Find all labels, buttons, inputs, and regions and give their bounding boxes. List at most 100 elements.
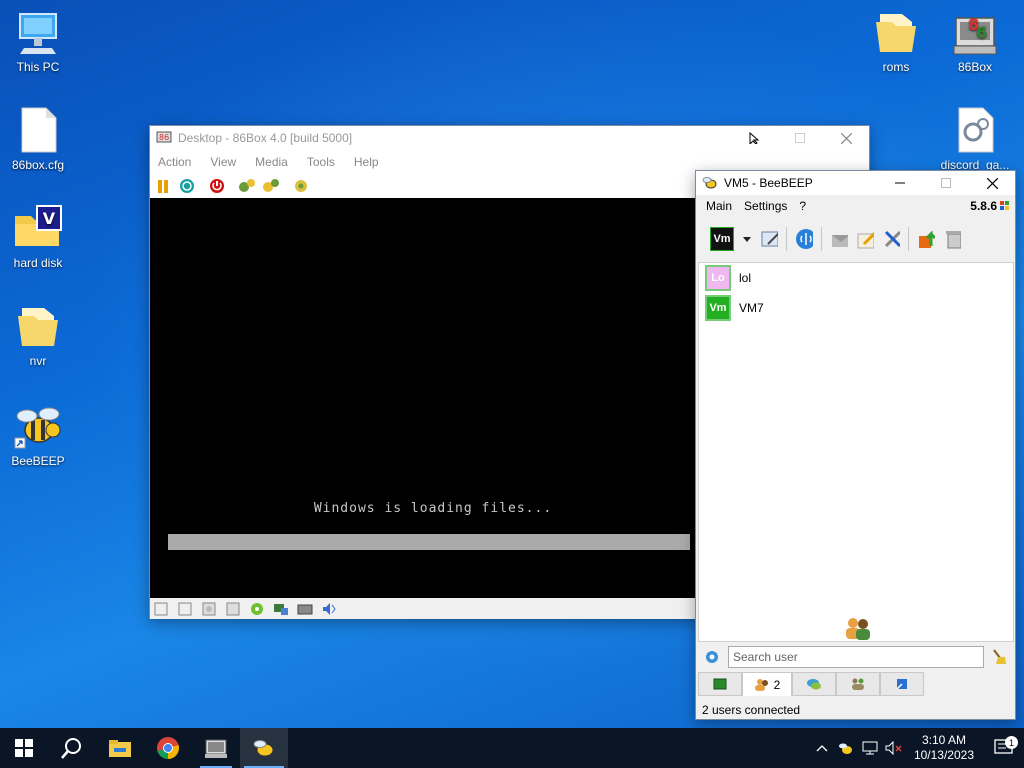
file-explorer-icon bbox=[109, 740, 131, 757]
write-button[interactable] bbox=[856, 230, 874, 249]
settings-button-2[interactable] bbox=[262, 177, 280, 195]
notifications-button[interactable]: 1 bbox=[984, 736, 1024, 757]
gear-icon[interactable] bbox=[704, 649, 720, 665]
maximize-button[interactable] bbox=[923, 171, 969, 195]
86box-titlebar[interactable]: 86 Desktop - 86Box 4.0 [build 5000] bbox=[150, 126, 869, 150]
desktop-icon-86box-cfg[interactable]: 86box.cfg bbox=[0, 106, 76, 172]
beebeep-icon bbox=[14, 407, 61, 449]
beebeep-app-icon bbox=[702, 177, 717, 189]
tab-files[interactable] bbox=[880, 672, 924, 696]
ctrl-alt-esc-button[interactable] bbox=[238, 177, 256, 195]
cdrom-drive-icon[interactable] bbox=[200, 600, 218, 618]
desktop-icon-roms[interactable]: roms bbox=[858, 8, 934, 74]
close-button[interactable] bbox=[969, 171, 1015, 195]
settings-icon bbox=[295, 180, 307, 192]
close-button[interactable] bbox=[823, 126, 869, 150]
menu-media[interactable]: Media bbox=[255, 155, 288, 169]
message-button[interactable] bbox=[830, 230, 848, 248]
beebeep-window[interactable]: VM5 - BeeBEEP Main Settings ? 5.8.6 Vm L… bbox=[695, 170, 1016, 720]
taskbar-file-explorer[interactable] bbox=[96, 728, 144, 768]
chevron-down-icon[interactable] bbox=[742, 234, 752, 244]
user-item-vm7[interactable]: Vm VM7 bbox=[699, 293, 1013, 323]
pause-button[interactable] bbox=[154, 177, 172, 195]
menu-settings[interactable]: Settings bbox=[744, 199, 787, 213]
hard-reset-button[interactable] bbox=[208, 177, 226, 195]
cursor-icon bbox=[749, 132, 760, 144]
keyboard-icon[interactable] bbox=[296, 600, 314, 618]
tray-volume[interactable] bbox=[882, 741, 906, 755]
taskbar-86box[interactable] bbox=[192, 728, 240, 768]
svg-text:V: V bbox=[43, 209, 56, 228]
tab-home[interactable] bbox=[698, 672, 742, 696]
home-screen-icon bbox=[713, 678, 727, 690]
tab-chats[interactable] bbox=[792, 672, 836, 696]
sound-icon[interactable] bbox=[320, 600, 338, 618]
search-icon bbox=[61, 738, 81, 759]
svg-text:6: 6 bbox=[976, 23, 987, 42]
start-button[interactable] bbox=[0, 728, 48, 768]
tools-button[interactable] bbox=[882, 230, 900, 248]
toolbar-separator bbox=[821, 227, 822, 251]
menu-help[interactable]: ? bbox=[799, 199, 806, 213]
user-name: VM7 bbox=[739, 301, 764, 315]
floppy-drive-1-icon[interactable] bbox=[152, 600, 170, 618]
window-title: Desktop - 86Box 4.0 [build 5000] bbox=[178, 131, 353, 145]
folder-icon bbox=[18, 308, 58, 346]
emulator-screen[interactable]: Windows is loading files... bbox=[150, 198, 696, 598]
desktop-icon-this-pc[interactable]: This PC bbox=[0, 8, 76, 74]
power-icon bbox=[210, 179, 224, 193]
desktop-icon-hard-disk[interactable]: V hard disk bbox=[0, 204, 76, 270]
edit-profile-icon bbox=[761, 231, 778, 247]
86box-icon bbox=[205, 739, 227, 758]
menu-tools[interactable]: Tools bbox=[307, 155, 335, 169]
tab-users[interactable]: 2 bbox=[742, 672, 792, 696]
search-input[interactable] bbox=[728, 646, 984, 668]
edit-profile-button[interactable] bbox=[760, 230, 778, 248]
zip-drive-icon[interactable] bbox=[224, 600, 242, 618]
hard-disk-activity-icon[interactable] bbox=[248, 600, 266, 618]
my-status-avatar[interactable]: Vm bbox=[710, 227, 734, 251]
close-icon bbox=[840, 132, 852, 144]
clock[interactable]: 3:10 AM 10/13/2023 bbox=[914, 733, 974, 763]
menu-view[interactable]: View bbox=[210, 155, 236, 169]
beebeep-menubar: Main Settings ? 5.8.6 bbox=[696, 195, 1015, 217]
86box-app-icon: 86 bbox=[156, 131, 172, 143]
search-button[interactable] bbox=[48, 728, 96, 768]
desktop-icon-beebeep[interactable]: BeeBEEP bbox=[0, 402, 76, 468]
floppy-drive-2-icon[interactable] bbox=[176, 600, 194, 618]
ctrl-alt-del-button[interactable] bbox=[178, 177, 196, 195]
desktop-icon-nvr[interactable]: nvr bbox=[0, 302, 76, 368]
trash-button[interactable] bbox=[943, 230, 961, 249]
windows-flag-icon bbox=[1000, 201, 1009, 210]
desktop-icon-discord-game[interactable]: discord_ga... bbox=[937, 106, 1013, 172]
maximize-button[interactable] bbox=[777, 126, 823, 150]
beebeep-titlebar[interactable]: VM5 - BeeBEEP bbox=[696, 171, 1015, 195]
menu-help[interactable]: Help bbox=[354, 155, 379, 169]
gears-icon bbox=[239, 179, 255, 192]
network-icon[interactable] bbox=[272, 600, 290, 618]
chevron-up-icon bbox=[816, 745, 828, 752]
chat-icon bbox=[807, 679, 821, 690]
user-item-lol[interactable]: Lo lol bbox=[699, 263, 1013, 293]
minimize-button[interactable] bbox=[731, 126, 777, 150]
network-button[interactable] bbox=[795, 229, 813, 249]
settings-button[interactable] bbox=[292, 177, 310, 195]
notification-count: 1 bbox=[1005, 736, 1018, 749]
menu-action[interactable]: Action bbox=[158, 155, 191, 169]
tab-groups[interactable] bbox=[836, 672, 880, 696]
desktop-icon-86box[interactable]: 8 6 86Box bbox=[937, 8, 1013, 74]
tray-network[interactable] bbox=[858, 741, 882, 755]
taskbar-beebeep[interactable] bbox=[240, 728, 288, 768]
minimize-button[interactable] bbox=[877, 171, 923, 195]
this-pc-icon bbox=[19, 13, 57, 54]
menu-main[interactable]: Main bbox=[706, 199, 732, 213]
taskbar-chrome[interactable] bbox=[144, 728, 192, 768]
reset-icon bbox=[180, 179, 194, 193]
clear-broom-icon[interactable] bbox=[990, 648, 1008, 666]
close-icon bbox=[986, 177, 998, 189]
avatar: Vm bbox=[705, 295, 731, 321]
user-list[interactable]: Lo lol Vm VM7 bbox=[698, 262, 1014, 642]
tray-beebeep[interactable] bbox=[834, 741, 858, 755]
show-hidden-icons-button[interactable] bbox=[810, 744, 834, 752]
share-file-button[interactable] bbox=[917, 230, 935, 248]
